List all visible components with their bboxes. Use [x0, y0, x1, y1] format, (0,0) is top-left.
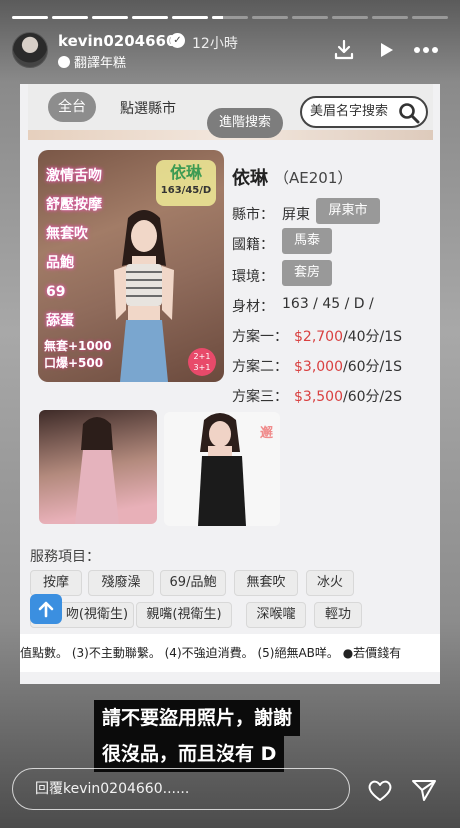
gallery-thumbnail: 邂	[164, 412, 280, 526]
heart-icon	[368, 780, 392, 801]
service-tag: 輕功	[314, 602, 362, 628]
share-button[interactable]	[330, 36, 358, 64]
download-icon	[334, 39, 354, 60]
progress-fill	[92, 16, 128, 19]
photo-side-promo: 激情舌吻 舒壓按摩 無套吹 品鮑 69 舔蛋	[46, 168, 102, 329]
progress-segment	[372, 16, 408, 19]
like-button[interactable]	[366, 776, 394, 804]
county-tag: 屏東市	[316, 198, 380, 224]
story-progress	[12, 16, 448, 19]
service-tag: 冰火	[306, 570, 354, 596]
advanced-search-button: 進階搜索	[207, 108, 283, 138]
progress-segment	[92, 16, 128, 19]
translate-label: 翻譯年糕	[74, 56, 127, 71]
profile-name: 依琳	[232, 168, 268, 189]
progress-fill	[52, 16, 88, 19]
county-label: 縣市：	[232, 207, 274, 223]
progress-segment	[292, 16, 328, 19]
service-tag: 按摩	[30, 570, 82, 596]
post-time: 12小時	[192, 36, 238, 52]
story-caption: 請不要盜用照片，謝謝 很沒品，而且沒有 D	[94, 700, 301, 772]
progress-fill	[132, 16, 168, 19]
services-title: 服務項目：	[30, 549, 100, 565]
more-icon	[414, 47, 438, 53]
photo-badge: 2+1 3+1	[188, 348, 216, 376]
city-select: 點選縣市	[120, 101, 176, 117]
environment-label: 環境：	[232, 269, 274, 285]
body-value: 163 / 45 / D /	[282, 296, 374, 312]
profile-photo: 激情舌吻 舒壓按摩 無套吹 品鮑 69 舔蛋 依琳 163/45/D 無套+10…	[38, 150, 224, 382]
rules-notes: 值點數。 (3)不主動聯繫。 (4)不強迫消費。 (5)絕無AB咩。 ●若價錢有	[20, 634, 440, 672]
progress-segment	[172, 16, 208, 19]
service-tag: 69/品鮑	[160, 570, 226, 596]
body-label: 身材：	[232, 299, 274, 315]
progress-segment	[132, 16, 168, 19]
progress-segment	[12, 16, 48, 19]
send-icon	[412, 780, 436, 801]
more-options-button[interactable]	[412, 36, 440, 64]
name-search-label: 美眉名字搜索	[310, 104, 389, 119]
photo-promo-prices: 無套+1000 口爆+500	[44, 339, 112, 370]
caption-line-2: 很沒品，而且沒有 D	[94, 736, 285, 772]
globe-icon	[58, 55, 70, 68]
thumb-brand-text: 邂	[260, 426, 274, 441]
progress-segment	[412, 16, 448, 19]
send-button[interactable]	[410, 776, 438, 804]
person-figure	[114, 210, 174, 382]
reply-input[interactable]: 回覆kevin0204660......	[12, 768, 350, 810]
progress-fill	[12, 16, 48, 19]
gallery-thumbnail	[39, 410, 157, 524]
progress-fill	[212, 16, 223, 19]
plan-2-label: 方案二：	[232, 359, 288, 375]
progress-segment	[212, 16, 248, 19]
progress-segment	[332, 16, 368, 19]
name-search-box: 美眉名字搜索	[300, 96, 428, 128]
arrow-up-icon	[38, 601, 54, 618]
plan-3-label: 方案三：	[232, 389, 288, 405]
shared-screenshot: 全台 點選縣市 美眉名字搜索 進階搜索 激情舌吻 舒壓按摩 無套吹 品鮑 69 …	[20, 84, 440, 684]
service-tag: 殘廢澡	[88, 570, 154, 596]
progress-segment	[252, 16, 288, 19]
plan-1-label: 方案一：	[232, 329, 288, 345]
all-region-button: 全台	[48, 92, 96, 122]
person-figure	[75, 417, 119, 524]
service-tag: 無套吹	[234, 570, 298, 596]
caption-line-1: 請不要盜用照片，謝謝	[94, 700, 301, 736]
nationality-label: 國籍：	[232, 237, 274, 253]
plan-2-price: $3,000/60分/1S	[294, 359, 403, 375]
avatar[interactable]	[12, 32, 48, 68]
plan-3-price: $3,500/60分/2S	[294, 389, 403, 405]
play-button[interactable]	[372, 36, 400, 64]
profile-code: （AE201）	[274, 169, 353, 187]
plan-1-price: $2,700/40分/1S	[294, 329, 403, 345]
story-header: kevin0204660 ✓ 12小時 翻譯年糕	[12, 30, 448, 72]
progress-fill	[172, 16, 208, 19]
county-value: 屏東	[282, 207, 310, 223]
environment-tag: 套房	[282, 260, 332, 286]
progress-segment	[52, 16, 88, 19]
service-tag: 深喉嚨	[246, 602, 306, 628]
translate-row[interactable]: 翻譯年糕	[58, 52, 126, 71]
verified-badge-icon: ✓	[170, 33, 185, 48]
nationality-tag: 馬泰	[282, 228, 332, 254]
service-tag: 親嘴(視衛生)	[136, 602, 232, 628]
photo-name-tag: 依琳 163/45/D	[156, 160, 216, 206]
play-icon	[381, 43, 393, 57]
username[interactable]: kevin0204660	[58, 32, 176, 50]
scroll-to-top-button	[30, 594, 62, 624]
search-icon	[399, 103, 420, 124]
